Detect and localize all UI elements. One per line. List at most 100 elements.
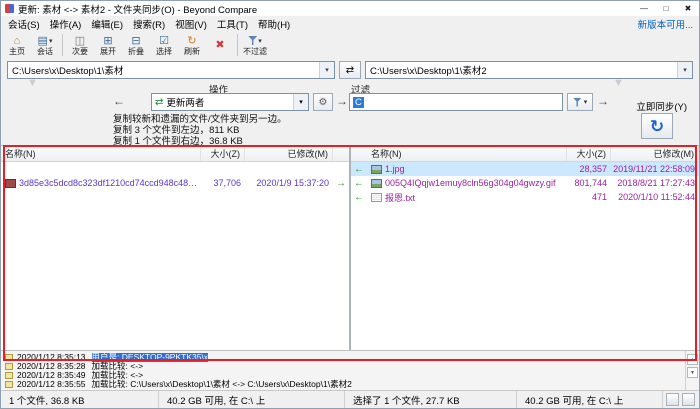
flow-arrow-mid-icon: →: [336, 94, 348, 108]
menu-item-session[interactable]: 会话(S): [3, 17, 45, 31]
column-header-name[interactable]: 名称(N): [1, 146, 201, 161]
select-icon: ☑: [159, 35, 169, 47]
toolbar-expand-button[interactable]: ⊞ 展开: [94, 32, 122, 59]
maximize-button[interactable]: □: [655, 1, 677, 16]
close-button[interactable]: ✖: [677, 1, 699, 16]
image-file-icon: [5, 179, 16, 188]
toolbar-home-button[interactable]: ⌂ 主页: [3, 32, 31, 59]
copy-to-right-arrow-icon[interactable]: →: [333, 178, 349, 189]
combo-arrow-icon[interactable]: ▾: [677, 62, 692, 78]
filter-input-value: C: [353, 97, 364, 108]
toolbar-button-label: 刷新: [184, 47, 200, 56]
log-rail-down-button[interactable]: ▾: [687, 367, 698, 378]
status-icon-a[interactable]: [666, 393, 679, 406]
toolbar-button-label: 展开: [100, 47, 116, 56]
toolbar-refresh-button[interactable]: ↻ 刷新: [178, 32, 206, 59]
expand-all-icon: ⊞: [103, 35, 112, 47]
path-connector-left-icon: ▼: [27, 77, 38, 89]
toolbar-collapse-button[interactable]: ⊟ 折叠: [122, 32, 150, 59]
column-header-modified[interactable]: 已修改(M): [611, 146, 699, 161]
column-header-name[interactable]: 名称(N): [367, 146, 567, 161]
log-entry[interactable]: 2020/1/12 8:35:55 加载比较: C:\Users\x\Deskt…: [3, 380, 683, 389]
log-side-rail: ▴ ▾: [685, 351, 699, 390]
right-path-combo[interactable]: C:\Users\x\Desktop\1\素材2 ▾: [365, 61, 693, 79]
toolbar-button-label: 选择: [156, 47, 172, 56]
menu-item-view[interactable]: 视图(V): [170, 17, 212, 31]
flow-arrow-right-icon: →: [597, 94, 609, 108]
beyond-compare-window: 更新: 素材 <-> 素材2 - 文件夹同步(O) - Beyond Compa…: [0, 0, 700, 409]
file-row[interactable]: 3d85e3c5dcd8c323df1210cd74ccd948c4875ce9…: [1, 176, 349, 190]
titlebar: 更新: 素材 <-> 素材2 - 文件夹同步(O) - Beyond Compa…: [1, 1, 699, 16]
left-file-list[interactable]: 3d85e3c5dcd8c323df1210cd74ccd948c4875ce9…: [1, 162, 349, 350]
status-left-file-count: 1 个文件, 36.8 KB: [1, 391, 159, 408]
column-header-modified[interactable]: 已修改(M): [245, 146, 333, 161]
status-selection-info: 选择了 1 个文件, 27.7 KB: [345, 391, 517, 408]
filter-input[interactable]: C: [349, 93, 563, 111]
menu-item-tools[interactable]: 工具(T): [212, 17, 253, 31]
app-icon: [5, 4, 14, 13]
minimize-button[interactable]: —: [633, 1, 655, 16]
status-icon-group: [663, 393, 699, 406]
update-both-icon: ⇄: [152, 97, 166, 108]
sessions-icon: ▤: [38, 35, 48, 47]
file-size: 801,744: [567, 178, 611, 188]
file-row[interactable]: ← 1.jpg 28,357 2019/11/21 22:58:09: [351, 162, 699, 176]
right-panel-header: 名称(N) 大小(Z) 已修改(M): [351, 146, 699, 162]
file-row[interactable]: ← 005Q4IQqjw1emuy8cln56g304g04gwzy.gif 8…: [351, 176, 699, 190]
file-modified: 2020/1/10 11:52:44: [611, 192, 699, 202]
alignment-gap-row: [1, 162, 349, 176]
log-panel: 2020/1/12 8:35:13 用户是: DESKTOP-9PKTK35\x…: [1, 350, 699, 390]
log-item-icon: [5, 363, 13, 370]
sync-now-button[interactable]: ↻: [641, 113, 673, 139]
filter-funnel-icon: [248, 36, 257, 45]
swap-icon: ⇄: [346, 65, 354, 76]
toolbar-separator: [237, 34, 238, 56]
menu-item-edit[interactable]: 编辑(E): [86, 17, 128, 31]
toolbar-no-filter-button[interactable]: ▾ 不过滤: [241, 32, 269, 59]
file-name: 005Q4IQqjw1emuy8cln56g304g04gwzy.gif: [385, 178, 567, 188]
log-message: 加载比较: C:\Users\x\Desktop\1\素材 <-> C:\Use…: [92, 380, 352, 389]
action-select[interactable]: ⇄ 更新两者 ▾: [151, 93, 309, 111]
home-icon: ⌂: [14, 35, 21, 47]
column-header-size[interactable]: 大小(Z): [567, 146, 611, 161]
menu-item-actions[interactable]: 操作(A): [45, 17, 87, 31]
collapse-all-icon: ⊟: [131, 35, 140, 47]
copy-to-left-arrow-icon[interactable]: ←: [351, 178, 367, 189]
column-header-action: [351, 146, 367, 161]
toolbar-secondary-button[interactable]: ◫ 次要: [66, 32, 94, 59]
status-right-free-space: 40.2 GB 可用, 在 C:\ 上: [517, 391, 663, 408]
file-row[interactable]: ← 报恩.txt 471 2020/1/10 11:52:44: [351, 190, 699, 204]
session-settings-button[interactable]: ⚙: [313, 93, 333, 111]
new-version-link[interactable]: 新版本可用...: [638, 17, 693, 31]
right-file-list[interactable]: ← 1.jpg 28,357 2019/11/21 22:58:09 ← 005…: [351, 162, 699, 350]
toolbar-sessions-button[interactable]: ▤▾ 会话: [31, 32, 59, 59]
file-name: 报恩.txt: [385, 191, 567, 204]
path-connector-right-icon: ▼: [613, 77, 624, 89]
main-toolbar: ⌂ 主页 ▤▾ 会话 ◫ 次要 ⊞ 展开 ⊟ 折叠 ☑ 选择 ↻ 刷新 ✖: [1, 31, 699, 59]
file-compare-area: 名称(N) 大小(Z) 已修改(M) 3d85e3c5dcd8c323df121…: [1, 145, 699, 350]
filter-options-button[interactable]: ▾: [567, 93, 593, 111]
status-icon-b[interactable]: [682, 393, 695, 406]
toolbar-button-label: 次要: [72, 47, 88, 56]
secondary-icon: ◫: [75, 35, 85, 47]
copy-to-left-arrow-icon[interactable]: ←: [351, 164, 367, 175]
toolbar-stop-button[interactable]: ✖: [206, 32, 234, 59]
column-header-action: [333, 146, 349, 161]
left-path-value: C:\Users\x\Desktop\1\素材: [8, 63, 319, 77]
swap-sides-button[interactable]: ⇄: [339, 61, 361, 79]
combo-arrow-icon[interactable]: ▾: [319, 62, 334, 78]
toolbar-select-button[interactable]: ☑ 选择: [150, 32, 178, 59]
file-size: 28,357: [567, 164, 611, 174]
column-header-size[interactable]: 大小(Z): [201, 146, 245, 161]
menu-item-help[interactable]: 帮助(H): [253, 17, 295, 31]
left-path-combo[interactable]: C:\Users\x\Desktop\1\素材 ▾: [7, 61, 335, 79]
menu-item-search[interactable]: 搜索(R): [128, 17, 170, 31]
copy-to-left-arrow-icon[interactable]: ←: [351, 192, 367, 203]
log-item-icon: [5, 381, 13, 388]
combo-arrow-icon[interactable]: ▾: [293, 94, 308, 110]
log-list[interactable]: 2020/1/12 8:35:13 用户是: DESKTOP-9PKTK35\x…: [1, 351, 685, 390]
log-rail-up-button[interactable]: ▴: [687, 354, 698, 365]
chevron-down-icon: ▾: [49, 37, 53, 45]
status-left-free-space: 40.2 GB 可用, 在 C:\ 上: [159, 391, 345, 408]
left-file-panel: 名称(N) 大小(Z) 已修改(M) 3d85e3c5dcd8c323df121…: [1, 146, 351, 350]
